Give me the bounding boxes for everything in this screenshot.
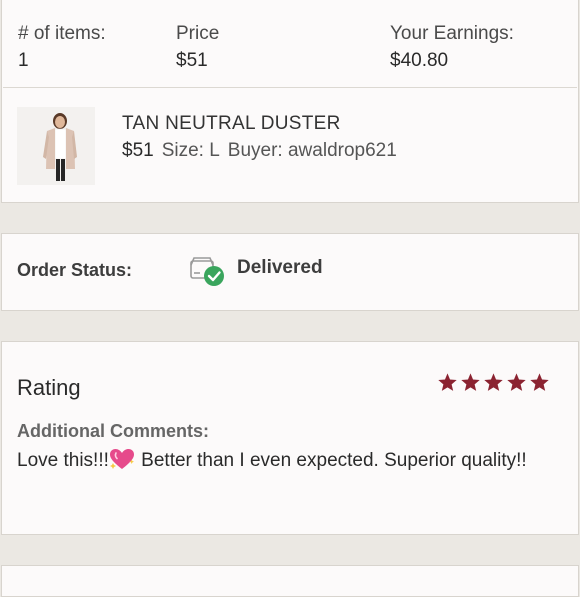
star-icon	[484, 373, 503, 391]
price-value: $51	[176, 50, 208, 71]
earnings-value: $40.80	[390, 50, 449, 71]
items-label: # of items:	[18, 23, 106, 44]
earnings-label: Your Earnings:	[390, 23, 514, 44]
rating-title: Rating	[17, 375, 81, 400]
earnings-stat: Your Earnings: $40.80	[390, 20, 514, 74]
items-stat: # of items: 1	[18, 20, 106, 74]
comment-part-2: Better than I even expected. Superior qu…	[135, 450, 527, 471]
star-icon	[507, 373, 526, 391]
price-stat: Price $51	[176, 20, 219, 74]
comments-label: Additional Comments:	[17, 421, 209, 441]
order-summary-card: # of items: 1 Price $51 Your Earnings: $…	[1, 0, 579, 203]
product-buyer[interactable]: Buyer: awaldrop621	[228, 140, 397, 161]
rating-card: Rating Additional Comments: Love this!!!…	[1, 341, 579, 535]
product-title[interactable]: TAN NEUTRAL DUSTER	[122, 110, 405, 137]
delivered-box-icon	[189, 254, 225, 288]
order-stats: # of items: 1 Price $51 Your Earnings: $…	[18, 20, 562, 75]
items-value: 1	[18, 50, 29, 71]
product-info: TAN NEUTRAL DUSTER $51 Size: L Buyer: awal…	[122, 110, 405, 164]
order-status-label: Order Status:	[17, 260, 133, 280]
next-section-card	[1, 565, 579, 597]
sparkling-heart-icon	[109, 448, 136, 470]
price-label: Price	[176, 23, 220, 44]
product-meta: $51 Size: L Buyer: awaldrop621	[122, 137, 405, 164]
comment-part-1: Love this!!!	[17, 450, 109, 471]
order-status-row: Order Status: Delivered	[17, 252, 562, 292]
divider	[3, 87, 577, 88]
star-rating	[437, 372, 550, 393]
comment-text: Love this!!! Better than I even expected…	[17, 446, 557, 475]
star-icon	[461, 373, 480, 391]
product-price: $51	[122, 140, 154, 161]
star-icon	[438, 373, 457, 391]
order-status-card: Order Status: Delivered	[1, 233, 579, 311]
order-status-value: Delivered	[237, 257, 323, 278]
star-icon	[530, 373, 549, 391]
product-thumbnail[interactable]	[17, 107, 95, 185]
product-photo	[17, 107, 95, 185]
product-size: Size: L	[161, 140, 220, 161]
